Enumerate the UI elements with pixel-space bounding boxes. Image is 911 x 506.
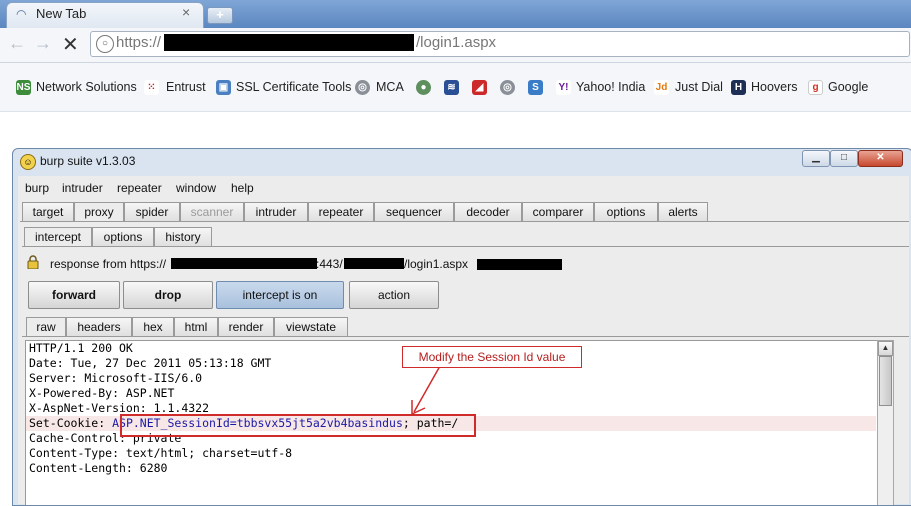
back-arrow-icon[interactable]: ← <box>8 33 26 54</box>
tab-spider[interactable]: spider <box>124 202 180 222</box>
forward-arrow-icon[interactable]: → <box>34 33 52 54</box>
tab-alerts[interactable]: alerts <box>658 202 708 222</box>
tab-proxy-options[interactable]: options <box>92 227 154 247</box>
bookmark-yahoo-india[interactable]: Yahoo! India <box>576 80 645 94</box>
stop-x-icon[interactable]: ✕ <box>62 32 79 57</box>
drop-button[interactable]: drop <box>123 281 213 309</box>
response-line: Content-Length: 6280 <box>29 461 168 475</box>
menu-window[interactable]: window <box>176 181 216 195</box>
main-tabs-divider <box>20 221 909 222</box>
tab-hex[interactable]: hex <box>132 317 174 337</box>
proxy-tabs-divider <box>22 246 909 247</box>
bookmark-just-dial[interactable]: Just Dial <box>675 80 723 94</box>
grey-globe-icon[interactable]: ◎ <box>500 80 515 95</box>
tab-intruder[interactable]: intruder <box>244 202 308 222</box>
ssl-tools-icon: ▣ <box>216 80 231 95</box>
menu-intruder[interactable]: intruder <box>62 181 103 195</box>
tab-options[interactable]: options <box>594 202 658 222</box>
forward-button[interactable]: forward <box>28 281 120 309</box>
response-page: /login1.aspx <box>404 257 469 271</box>
bookmark-google[interactable]: Google <box>828 80 868 94</box>
tab-render[interactable]: render <box>218 317 274 337</box>
scroll-thumb[interactable] <box>879 356 892 406</box>
tab-proxy[interactable]: proxy <box>74 202 124 222</box>
mca-icon: ◎ <box>355 80 370 95</box>
hoovers-icon: H <box>731 80 746 95</box>
tab-intercept[interactable]: intercept <box>24 227 92 247</box>
bookmark-entrust[interactable]: Entrust <box>166 80 206 94</box>
burp-logo-icon: ☺ <box>20 154 36 170</box>
tab-raw[interactable]: raw <box>26 317 66 337</box>
menu-burp[interactable]: burp <box>25 181 49 195</box>
maximize-button[interactable]: □ <box>830 150 858 167</box>
response-line: Date: Tue, 27 Dec 2011 05:13:18 GMT <box>29 356 272 370</box>
tab-scanner: scanner <box>180 202 244 222</box>
red-logo-icon[interactable]: ◢ <box>472 80 487 95</box>
annotation-callout: Modify the Session Id value <box>402 346 582 368</box>
menu-repeater[interactable]: repeater <box>117 181 162 195</box>
tab-close-icon[interactable]: × <box>182 4 190 20</box>
tab-repeater[interactable]: repeater <box>308 202 374 222</box>
response-line: X-Powered-By: ASP.NET <box>29 386 175 400</box>
s-logo-icon[interactable]: S <box>528 80 543 95</box>
scroll-up-arrow-icon[interactable]: ▲ <box>878 341 893 356</box>
tab-target[interactable]: target <box>22 202 74 222</box>
minimize-button[interactable]: ▁ <box>802 150 830 167</box>
url-scheme: https:// <box>116 34 162 51</box>
callout-arrow <box>411 365 441 416</box>
url-path: /login1.aspx <box>416 34 497 51</box>
menu-help[interactable]: help <box>231 181 254 195</box>
globe-icon[interactable]: ● <box>416 80 431 95</box>
tab-history[interactable]: history <box>154 227 212 247</box>
tab-sequencer[interactable]: sequencer <box>374 202 454 222</box>
google-icon: g <box>808 80 823 95</box>
url-redaction <box>164 34 414 51</box>
new-tab-button[interactable]: + <box>207 7 233 24</box>
intercept-toggle-button[interactable]: intercept is on <box>216 281 344 309</box>
bookmark-network-solutions[interactable]: Network Solutions <box>36 80 137 94</box>
tab-decoder[interactable]: decoder <box>454 202 522 222</box>
bookmark-ssl-tools[interactable]: SSL Certificate Tools <box>236 80 351 94</box>
loading-spinner-icon: ◠ <box>16 7 27 21</box>
response-line: HTTP/1.1 200 OK <box>29 341 133 355</box>
response-port: :443/ <box>316 257 343 271</box>
lock-icon <box>27 255 39 269</box>
tab-viewstate[interactable]: viewstate <box>274 317 348 337</box>
tab-comparer[interactable]: comparer <box>522 202 594 222</box>
action-button[interactable]: action <box>349 281 439 309</box>
ip-redaction <box>477 259 562 270</box>
bookmark-hoovers[interactable]: Hoovers <box>751 80 798 94</box>
ns-icon: NS <box>16 80 31 95</box>
entrust-icon: ⁙ <box>144 80 159 95</box>
response-line: Content-Type: text/html; charset=utf-8 <box>29 446 293 460</box>
blue-logo-icon[interactable]: ≋ <box>444 80 459 95</box>
set-cookie-prefix: Set-Cookie: <box>29 416 113 430</box>
yahoo-icon: Y! <box>556 80 571 95</box>
burp-window-title: burp suite v1.3.03 <box>40 154 136 168</box>
path-redaction <box>344 258 404 269</box>
justdial-icon: Jd <box>654 80 669 95</box>
page-info-icon[interactable]: ○ <box>96 35 114 53</box>
bookmark-mca[interactable]: MCA <box>376 80 404 94</box>
host-redaction <box>171 258 317 269</box>
tab-html[interactable]: html <box>174 317 218 337</box>
view-tabs-divider <box>22 336 909 337</box>
response-from-label: response from https:// <box>50 257 167 271</box>
tab-title: New Tab <box>36 6 87 21</box>
tab-headers[interactable]: headers <box>66 317 132 337</box>
response-line: Server: Microsoft-IIS/6.0 <box>29 371 203 385</box>
close-window-button[interactable]: ✕ <box>858 150 903 167</box>
